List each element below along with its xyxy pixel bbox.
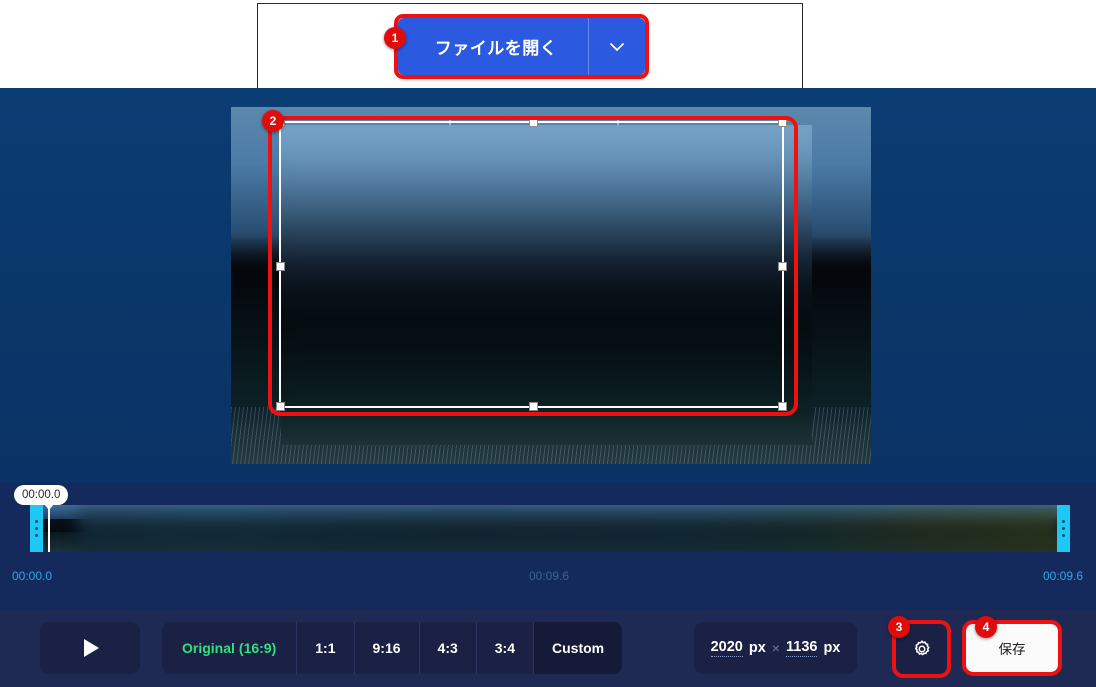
gear-icon bbox=[914, 640, 930, 656]
open-file-label: ファイルを開く bbox=[434, 39, 558, 58]
play-icon bbox=[84, 639, 99, 657]
dimension-separator-icon: × bbox=[771, 640, 780, 656]
crop-handle-bottom-right[interactable] bbox=[778, 402, 787, 411]
aspect-ratio-custom[interactable]: Custom bbox=[533, 622, 623, 674]
crop-handle-top-center[interactable] bbox=[529, 118, 538, 127]
crop-selection-rect[interactable] bbox=[276, 118, 787, 411]
width-input[interactable]: 2020 bbox=[710, 639, 743, 657]
aspect-ratio-group: Original (16:9) 1:1 9:16 4:3 3:4 Custom bbox=[162, 622, 623, 674]
aspect-ratio-original-sub: (16:9) bbox=[238, 640, 277, 656]
aspect-ratio-9-16[interactable]: 9:16 bbox=[353, 622, 419, 674]
open-file-button[interactable]: ファイルを開く bbox=[398, 18, 645, 75]
annotation-badge-2: 2 bbox=[262, 110, 284, 132]
timeline-blur-overlay bbox=[78, 505, 1062, 552]
height-input[interactable]: 1136 bbox=[785, 639, 818, 657]
timeline-start-label: 00:00.0 bbox=[12, 569, 53, 583]
timeline: 00:00.0 00:00.0 00:09.6 00:09.6 bbox=[0, 483, 1096, 610]
dimensions-field[interactable]: 2020 px × 1136 px bbox=[694, 622, 857, 674]
playhead-time-label: 00:00.0 bbox=[14, 485, 69, 510]
aspect-ratio-original-label: Original bbox=[182, 640, 235, 656]
crop-handle-middle-right[interactable] bbox=[778, 262, 787, 271]
crop-handle-top-right[interactable] bbox=[778, 118, 787, 127]
app-root: ファイルを開く 1 2 00:00.0 00:00.0 00:09.6 00:0… bbox=[0, 0, 1096, 687]
annotation-badge-1: 1 bbox=[384, 27, 406, 49]
open-file-panel: ファイルを開く 1 bbox=[257, 3, 803, 91]
chevron-down-icon bbox=[610, 42, 624, 51]
aspect-ratio-3-4[interactable]: 3:4 bbox=[475, 622, 533, 674]
trim-handle-end[interactable] bbox=[1057, 505, 1070, 552]
timeline-end-label: 00:09.6 bbox=[1043, 569, 1084, 583]
crop-handle-bottom-center[interactable] bbox=[529, 402, 538, 411]
save-button-label: 保存 bbox=[998, 642, 1026, 657]
trim-handle-start[interactable] bbox=[30, 505, 43, 552]
editor-stage: 2 bbox=[0, 88, 1096, 483]
timeline-track[interactable] bbox=[30, 505, 1070, 552]
aspect-ratio-4-3[interactable]: 4:3 bbox=[418, 622, 476, 674]
crop-handle-middle-left[interactable] bbox=[276, 262, 285, 271]
open-file-button-wrapper: ファイルを開く 1 bbox=[384, 14, 649, 79]
video-preview[interactable] bbox=[231, 107, 871, 464]
annotation-badge-4: 4 bbox=[975, 616, 997, 638]
width-unit: px bbox=[748, 640, 766, 656]
play-button[interactable] bbox=[40, 622, 140, 674]
height-unit: px bbox=[823, 640, 841, 656]
crop-handle-bottom-left[interactable] bbox=[276, 402, 285, 411]
aspect-ratio-original[interactable]: Original (16:9) bbox=[162, 622, 296, 674]
timeline-middle-label: 00:09.6 bbox=[529, 569, 570, 583]
annotation-badge-3: 3 bbox=[888, 616, 910, 638]
aspect-ratio-1-1[interactable]: 1:1 bbox=[296, 622, 353, 674]
open-file-dropdown-toggle[interactable] bbox=[589, 39, 645, 55]
